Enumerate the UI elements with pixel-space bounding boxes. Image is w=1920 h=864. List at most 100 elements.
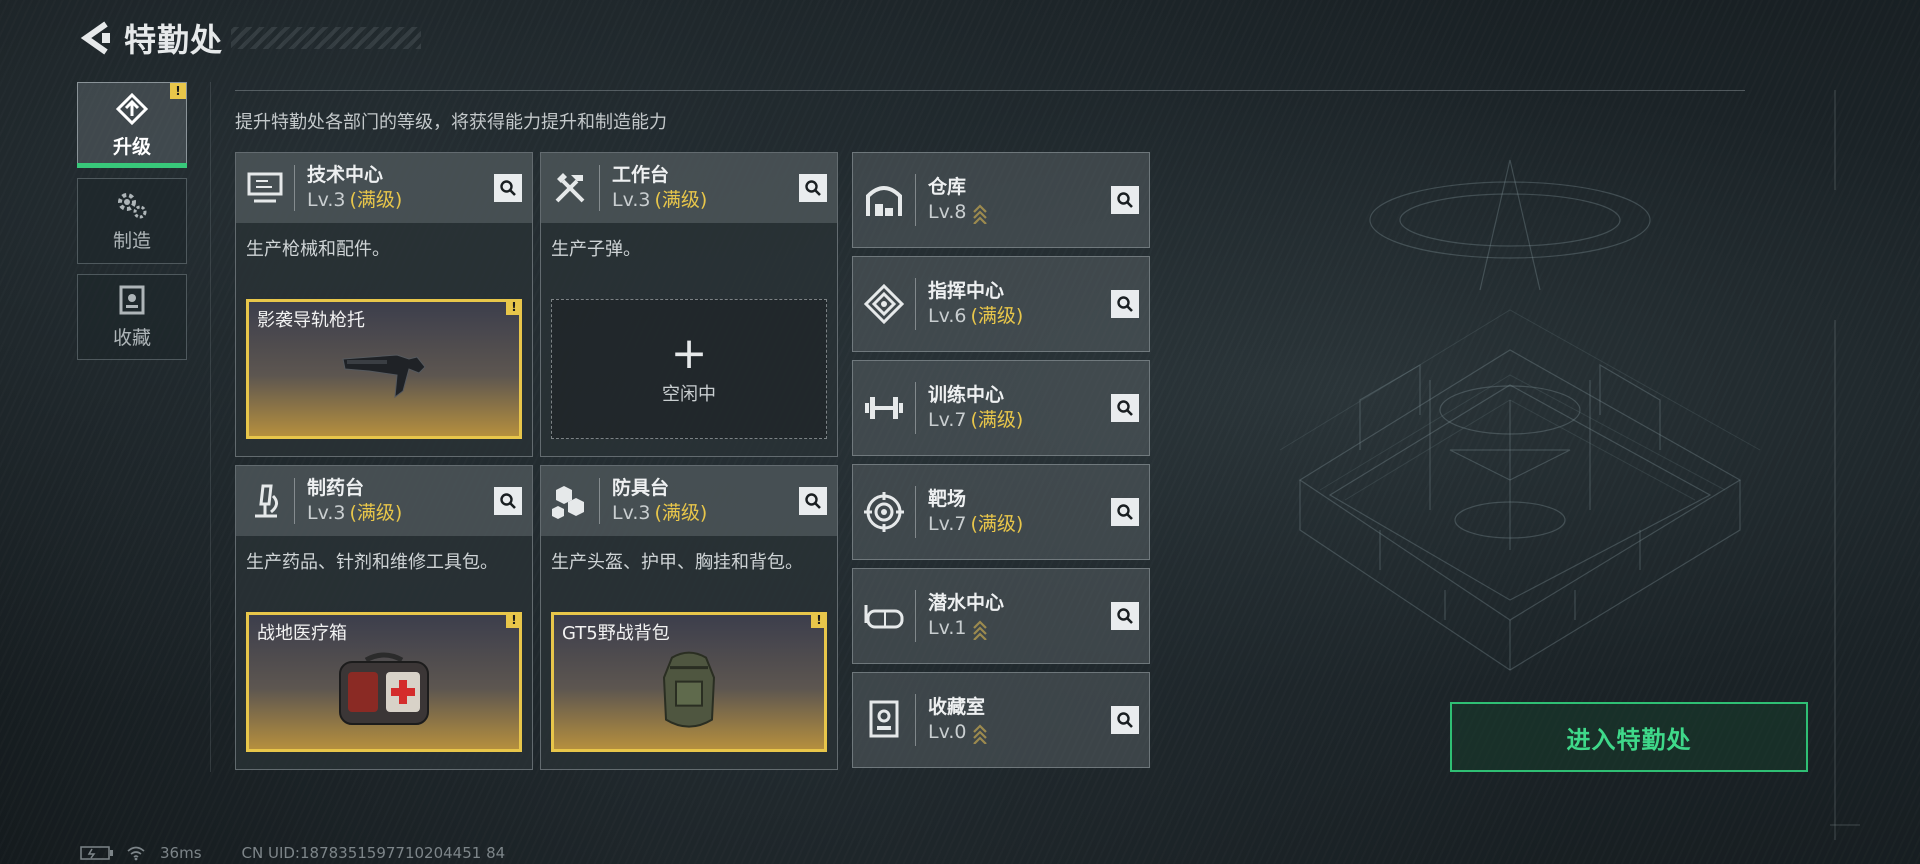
- enter-facility-button[interactable]: 进入特勤处: [1450, 702, 1808, 772]
- room-card-collection-room[interactable]: 收藏室 Lv.0: [852, 672, 1150, 768]
- department-card-pharmacy[interactable]: 制药台 Lv.3 (满级) 生产药品、针剂和维修工具包。 战地医疗箱 !: [235, 465, 533, 770]
- backpack-icon: [662, 651, 716, 728]
- max-level-tag: (满级): [349, 502, 403, 524]
- department-card-armor[interactable]: 防具台 Lv.3 (满级) 生产头盔、护甲、胸挂和背包。 GT5野战背包 !: [540, 465, 838, 770]
- search-icon: [500, 493, 516, 509]
- max-level-tag: (满级): [349, 189, 403, 211]
- department-card-workbench[interactable]: 工作台 Lv.3 (满级) 生产子弹。 + 空闲中: [540, 152, 838, 457]
- search-icon: [1117, 296, 1133, 312]
- room-card-warehouse[interactable]: 仓库 Lv.8: [852, 152, 1150, 248]
- wifi-icon: [127, 846, 145, 861]
- search-icon: [1117, 504, 1133, 520]
- side-nav: ! 升级 制造 收藏: [77, 82, 187, 370]
- card-title: 仓库: [928, 176, 967, 198]
- collection-icon: [118, 285, 146, 317]
- room-card-command-center[interactable]: 指挥中心 Lv.6 (满级): [852, 256, 1150, 352]
- computer-icon: [236, 153, 294, 223]
- card-title: 制药台: [307, 477, 365, 499]
- inspect-button[interactable]: [1111, 602, 1139, 630]
- card-title: 技术中心: [307, 164, 384, 186]
- nav-divider: [210, 82, 211, 772]
- card-title: 指挥中心: [928, 280, 1005, 302]
- nav-item-upgrade[interactable]: ! 升级: [77, 82, 187, 168]
- inspect-button[interactable]: [799, 174, 827, 202]
- card-level: Lv.3 (满级): [307, 502, 403, 524]
- card-title: 训练中心: [928, 384, 1005, 406]
- battery-icon: [80, 846, 113, 860]
- idle-label: 空闲中: [662, 384, 716, 405]
- tools-icon: [541, 153, 599, 223]
- card-title: 收藏室: [928, 696, 986, 718]
- alert-badge: !: [811, 612, 827, 628]
- display-case-icon: [853, 672, 915, 768]
- inspect-button[interactable]: [1111, 706, 1139, 734]
- alert-badge: !: [170, 83, 186, 99]
- search-icon: [500, 180, 516, 196]
- command-icon: [853, 256, 915, 352]
- search-icon: [1117, 712, 1133, 728]
- microscope-icon: [236, 466, 294, 536]
- header-rule: [235, 90, 1745, 91]
- upgrade-available-icon: [973, 203, 988, 224]
- card-level: Lv.1: [928, 615, 1004, 641]
- nav-item-collection[interactable]: 收藏: [77, 274, 187, 360]
- medkit-icon: [339, 652, 429, 725]
- card-description: 生产药品、针剂和维修工具包。: [246, 552, 498, 573]
- slot-item-name: 影袭导轨枪托: [257, 310, 365, 331]
- alert-badge: !: [506, 612, 522, 628]
- empty-production-slot[interactable]: + 空闲中: [551, 299, 827, 439]
- card-description: 生产头盔、护甲、胸挂和背包。: [551, 552, 803, 573]
- card-level: Lv.3 (满级): [612, 502, 708, 524]
- inspect-button[interactable]: [1111, 498, 1139, 526]
- max-level-tag: (满级): [970, 409, 1024, 431]
- dumbbell-icon: [853, 360, 915, 456]
- department-card-tech-center[interactable]: 技术中心 Lv.3 (满级) 生产枪械和配件。 影袭导轨枪托 !: [235, 152, 533, 457]
- inspect-button[interactable]: [1111, 186, 1139, 214]
- decorative-frame-lines: [1830, 90, 1860, 840]
- inspect-button[interactable]: [1111, 290, 1139, 318]
- search-icon: [1117, 608, 1133, 624]
- card-header: 防具台 Lv.3 (满级): [541, 466, 837, 536]
- card-header: 技术中心 Lv.3 (满级): [236, 153, 532, 223]
- production-slot[interactable]: 影袭导轨枪托 !: [246, 299, 522, 439]
- card-level: Lv.0: [928, 719, 988, 745]
- search-icon: [805, 493, 821, 509]
- nav-label: 升级: [112, 135, 151, 158]
- nav-item-craft[interactable]: 制造: [77, 178, 187, 264]
- card-level: Lv.7 (满级): [928, 409, 1024, 431]
- gears-icon: [115, 190, 149, 220]
- inspect-button[interactable]: [494, 487, 522, 515]
- room-card-training-center[interactable]: 训练中心 Lv.7 (满级): [852, 360, 1150, 456]
- upgrade-available-icon: [973, 723, 988, 744]
- room-card-diving-center[interactable]: 潜水中心 Lv.1: [852, 568, 1150, 664]
- status-bar: 36ms CN UID:1878351597710204451 84: [80, 843, 505, 863]
- rifle-stock-icon: [342, 354, 426, 399]
- production-slot[interactable]: 战地医疗箱 !: [246, 612, 522, 752]
- back-button[interactable]: [76, 18, 116, 58]
- inspect-button[interactable]: [494, 174, 522, 202]
- card-title: 工作台: [612, 164, 670, 186]
- slot-item-name: GT5野战背包: [562, 623, 670, 644]
- armor-icon: [541, 466, 599, 536]
- search-icon: [1117, 400, 1133, 416]
- upgrade-icon: [115, 92, 149, 126]
- nav-label: 制造: [112, 229, 151, 252]
- add-icon: +: [670, 328, 708, 379]
- room-card-shooting-range[interactable]: 靶场 Lv.7 (满级): [852, 464, 1150, 560]
- card-level: Lv.6 (满级): [928, 305, 1024, 327]
- user-uid: CN UID:1878351597710204451 84: [241, 844, 506, 862]
- max-level-tag: (满级): [970, 305, 1024, 327]
- inspect-button[interactable]: [1111, 394, 1139, 422]
- warehouse-icon: [853, 152, 915, 248]
- card-level: Lv.3 (满级): [612, 189, 708, 211]
- max-level-tag: (满级): [654, 189, 708, 211]
- search-icon: [805, 180, 821, 196]
- alert-badge: !: [506, 299, 522, 315]
- upgrade-available-icon: [973, 619, 988, 640]
- card-description: 生产子弹。: [551, 239, 641, 260]
- card-level: Lv.3 (满级): [307, 189, 403, 211]
- nav-label: 收藏: [112, 326, 151, 349]
- production-slot[interactable]: GT5野战背包 !: [551, 612, 827, 752]
- inspect-button[interactable]: [799, 487, 827, 515]
- card-level: Lv.8: [928, 199, 988, 225]
